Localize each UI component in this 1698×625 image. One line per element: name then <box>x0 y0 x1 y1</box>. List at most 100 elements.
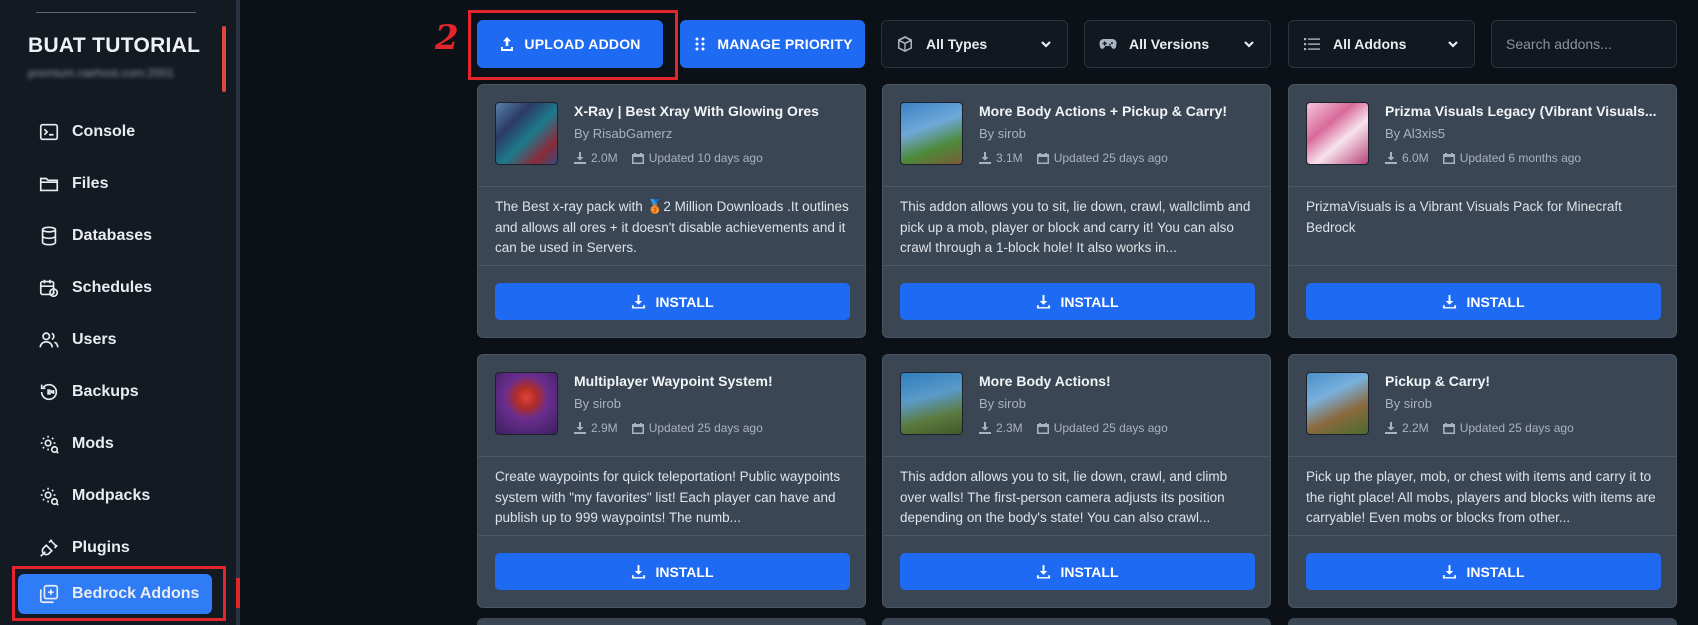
terminal-icon <box>38 121 60 143</box>
download-count: 2.0M <box>574 151 618 165</box>
folder-icon <box>38 173 60 195</box>
type-filter-select[interactable]: All Types <box>881 20 1068 68</box>
manage-priority-label: MANAGE PRIORITY <box>717 36 853 52</box>
download-count-value: 3.1M <box>996 151 1023 165</box>
server-address: premium.raehost.com:2001 <box>28 66 175 80</box>
addon-filter-value: All Addons <box>1333 36 1407 52</box>
sidebar-item-files[interactable]: Files <box>18 158 228 210</box>
install-label: INSTALL <box>1466 293 1525 310</box>
sidebar-item-label: Modpacks <box>72 487 151 504</box>
sidebar-item-backups[interactable]: Backups <box>18 366 228 418</box>
upload-addon-button[interactable]: UPLOAD ADDON <box>477 20 663 68</box>
download-icon <box>979 152 991 164</box>
install-button[interactable]: INSTALL <box>1306 553 1661 590</box>
addon-title[interactable]: More Body Actions! <box>979 373 1259 389</box>
download-count-value: 6.0M <box>1402 151 1429 165</box>
addon-description: This addon allows you to sit, lie down, … <box>900 469 1228 525</box>
card-divider <box>478 535 865 536</box>
sidebar-item-mods[interactable]: Mods <box>18 418 228 470</box>
sidebar-item-console[interactable]: Console <box>18 106 228 158</box>
search-addons-input[interactable] <box>1491 20 1677 68</box>
updated-text: Updated 10 days ago <box>648 151 763 165</box>
sidebar-item-modpacks[interactable]: Modpacks <box>18 470 228 522</box>
sidebar-item-schedules[interactable]: Schedules <box>18 262 228 314</box>
install-button[interactable]: INSTALL <box>495 283 850 320</box>
addon-title[interactable]: Multiplayer Waypoint System! <box>574 373 854 389</box>
mods-gear-icon <box>38 433 60 455</box>
updated-info: Updated 6 months ago <box>1442 151 1582 165</box>
install-button[interactable]: INSTALL <box>1306 283 1661 320</box>
install-button[interactable]: INSTALL <box>900 283 1255 320</box>
sidebar-item-databases[interactable]: Databases <box>18 210 228 262</box>
addon-description: The Best x-ray pack with 🥉2 Million Down… <box>495 199 849 255</box>
install-label: INSTALL <box>655 563 714 580</box>
calendar-icon <box>1442 153 1455 164</box>
addon-thumbnail[interactable] <box>1306 102 1369 165</box>
download-icon <box>574 422 586 434</box>
addon-card: Multiplayer Waypoint System! By sirob 2.9M… <box>477 354 866 608</box>
install-label: INSTALL <box>655 293 714 310</box>
updated-info: Updated 25 days ago <box>1036 421 1168 435</box>
sidebar-item-label: Users <box>72 331 117 348</box>
updated-text: Updated 25 days ago <box>1053 421 1168 435</box>
sidebar-item-label: Files <box>72 175 109 192</box>
download-count: 2.9M <box>574 421 618 435</box>
addon-filter-select[interactable]: All Addons <box>1288 20 1475 68</box>
addon-card: Prizma Visuals Legacy (Vibrant Visuals..… <box>1288 84 1677 338</box>
sidebar-nav: Console Files Databases Schedules Users … <box>18 106 228 614</box>
highlight-tick <box>236 578 240 608</box>
addon-description: Pick up the player, mob, or chest with i… <box>1306 469 1656 525</box>
updated-info: Updated 10 days ago <box>631 151 763 165</box>
download-icon <box>632 294 646 309</box>
addon-thumbnail[interactable] <box>1306 372 1369 435</box>
addon-title[interactable]: X-Ray | Best Xray With Glowing Ores <box>574 103 854 119</box>
addon-thumbnail[interactable] <box>495 102 558 165</box>
addon-card-partial <box>882 618 1271 625</box>
download-icon <box>979 422 991 434</box>
version-filter-select[interactable]: All Versions <box>1084 20 1271 68</box>
addon-title[interactable]: Pickup & Carry! <box>1385 373 1665 389</box>
addon-thumbnail[interactable] <box>900 372 963 435</box>
cube-icon <box>896 35 914 53</box>
calendar-icon <box>1036 423 1049 434</box>
upload-addon-label: UPLOAD ADDON <box>524 36 641 52</box>
download-count: 3.1M <box>979 151 1023 165</box>
addon-thumbnail[interactable] <box>495 372 558 435</box>
addon-author: By Al3xis5 <box>1385 126 1445 141</box>
install-label: INSTALL <box>1060 563 1119 580</box>
card-divider <box>1289 186 1676 187</box>
users-icon <box>38 329 60 351</box>
card-divider <box>478 186 865 187</box>
backup-icon <box>38 381 60 403</box>
install-label: INSTALL <box>1466 563 1525 580</box>
download-count: 2.3M <box>979 421 1023 435</box>
addon-description: PrizmaVisuals is a Vibrant Visuals Pack … <box>1306 199 1622 235</box>
updated-text: Updated 6 months ago <box>1459 151 1582 165</box>
addon-thumbnail[interactable] <box>900 102 963 165</box>
addon-meta: 2.0M Updated 10 days ago <box>574 151 763 165</box>
calendar-icon <box>1036 153 1049 164</box>
install-button[interactable]: INSTALL <box>495 553 850 590</box>
server-name: BUAT TUTORIAL <box>28 34 201 57</box>
addon-title[interactable]: Prizma Visuals Legacy (Vibrant Visuals..… <box>1385 103 1665 119</box>
type-filter-value: All Types <box>926 36 988 52</box>
sidebar-item-users[interactable]: Users <box>18 314 228 366</box>
chevron-down-icon <box>1446 37 1460 51</box>
card-divider <box>478 265 865 266</box>
addon-card: More Body Actions + Pickup & Carry! By si… <box>882 84 1271 338</box>
download-count-value: 2.2M <box>1402 421 1429 435</box>
download-count-value: 2.0M <box>591 151 618 165</box>
updated-text: Updated 25 days ago <box>1459 421 1574 435</box>
sidebar-item-label: Console <box>72 123 136 140</box>
calendar-icon <box>631 423 644 434</box>
sidebar-item-label: Mods <box>72 435 114 452</box>
updated-info: Updated 25 days ago <box>631 421 763 435</box>
chevron-down-icon <box>1242 37 1256 51</box>
addon-card-partial <box>477 618 866 625</box>
addon-title[interactable]: More Body Actions + Pickup & Carry! <box>979 103 1259 119</box>
download-icon <box>632 564 646 579</box>
step-number-annotation: 2 <box>435 18 459 58</box>
manage-priority-button[interactable]: MANAGE PRIORITY <box>680 20 865 68</box>
addon-card: Pickup & Carry! By sirob 2.2M Updated 25 da… <box>1288 354 1677 608</box>
install-button[interactable]: INSTALL <box>900 553 1255 590</box>
